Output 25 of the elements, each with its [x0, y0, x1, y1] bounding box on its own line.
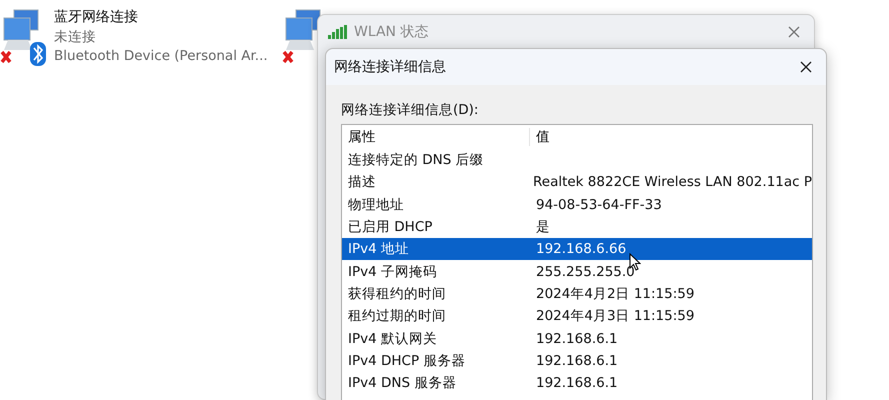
bluetooth-icon	[30, 42, 46, 66]
list-row[interactable]: IPv4 DNS 服务器 192.168.6.1	[342, 372, 812, 394]
column-header[interactable]: 属性	[342, 128, 530, 146]
list-row[interactable]: IPv4 DHCP 服务器 192.168.6.1	[342, 350, 812, 372]
connection-status: 未连接	[54, 28, 97, 46]
list-row[interactable]: IPv4 子网掩码 255.255.255.0	[342, 260, 812, 283]
list-row[interactable]: 连接特定的 DNS 后缀	[342, 149, 812, 172]
list-row[interactable]: 物理地址 94-08-53-64-FF-33	[342, 194, 812, 216]
close-icon	[788, 26, 800, 38]
list-row[interactable]: 获得租约的时间 2024年4月2日 11:15:59	[342, 282, 812, 306]
connection-name: 蓝牙网络连接	[54, 8, 139, 26]
network-computer-icon	[286, 10, 320, 50]
list-row[interactable]: 已启用 DHCP 是	[342, 216, 812, 238]
list-label: 网络连接详细信息(D):	[341, 101, 480, 119]
list-row[interactable]: IPv4 地址 192.168.6.66	[342, 238, 812, 260]
dialog-title: 网络连接详细信息	[334, 58, 447, 76]
network-computer-icon	[4, 10, 38, 50]
list-row[interactable]: IPv4 默认网关 192.168.6.1	[342, 327, 812, 350]
column-header[interactable]: 值	[530, 128, 550, 146]
device-name: Bluetooth Device (Personal Ar...	[54, 48, 268, 64]
list-row[interactable]: 描述 Realtek 8822CE Wireless LAN 802.11ac P	[342, 171, 812, 194]
close-icon	[800, 60, 812, 72]
list-row[interactable]: 租约过期的时间 2024年4月3日 11:15:59	[342, 305, 812, 328]
window-title: WLAN 状态	[354, 23, 430, 41]
wifi-signal-icon	[328, 25, 348, 39]
